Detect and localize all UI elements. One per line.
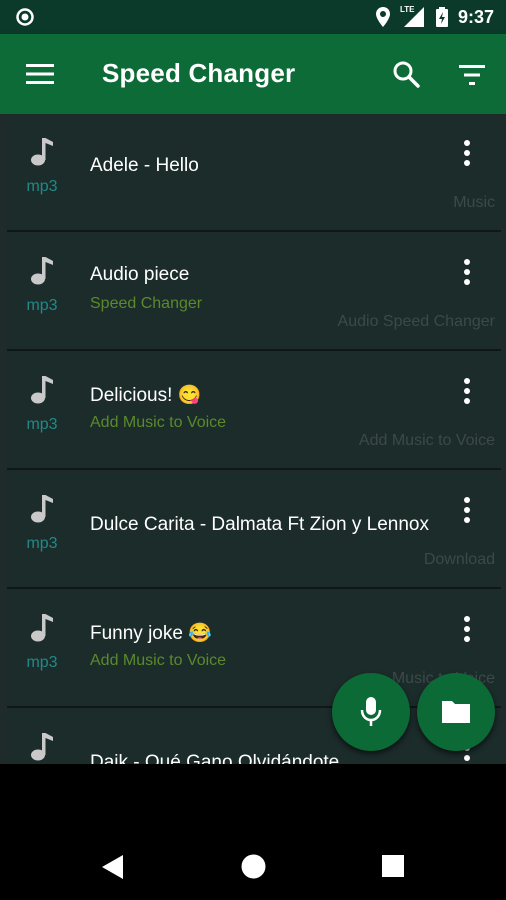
location-icon	[375, 7, 390, 27]
notification-circle-icon	[16, 8, 34, 26]
navigation-bar	[0, 764, 506, 900]
status-bar: LTE 9:37	[0, 0, 506, 34]
item-title: Daik - Qué Gano Olvidándote	[90, 752, 340, 764]
item-title: Delicious! 😋	[90, 385, 202, 406]
app-bar: Speed Changer	[0, 34, 506, 114]
item-source: Music	[453, 194, 495, 211]
file-extension: mp3	[26, 654, 58, 671]
list-item[interactable]: mp3 Adele - Hello Music	[7, 114, 501, 232]
search-icon[interactable]	[392, 60, 420, 88]
battery-icon	[435, 7, 448, 27]
music-note-icon	[31, 614, 53, 642]
more-vert-icon[interactable]	[463, 377, 471, 405]
music-note-icon	[31, 495, 53, 523]
item-title: Audio piece	[90, 264, 190, 285]
item-title: Dulce Carita - Dalmata Ft Zion y Lennox	[90, 514, 429, 535]
item-subtitle: Speed Changer	[90, 295, 203, 312]
network-label: LTE	[399, 5, 415, 14]
music-note-icon	[31, 257, 53, 285]
music-note-icon	[31, 733, 53, 761]
item-source: Add Music to Voice	[358, 432, 495, 449]
folder-icon	[442, 701, 470, 723]
more-vert-icon[interactable]	[463, 496, 471, 524]
more-vert-icon[interactable]	[463, 258, 471, 286]
file-extension: mp3	[26, 178, 58, 195]
list-item[interactable]: mp3 Audio piece Speed Changer Audio Spee…	[7, 233, 501, 351]
more-vert-icon[interactable]	[463, 615, 471, 643]
item-source: Audio Speed Changer	[337, 313, 495, 330]
menu-icon[interactable]	[26, 62, 54, 86]
item-subtitle: Add Music to Voice	[90, 652, 227, 669]
file-extension: mp3	[26, 297, 58, 314]
recents-icon[interactable]	[382, 855, 404, 877]
network-indicator: LTE	[399, 5, 426, 27]
item-subtitle: Add Music to Voice	[90, 414, 227, 431]
audio-list: mp3 Adele - Hello Music mp3 Audio piece …	[0, 114, 506, 764]
open-folder-button[interactable]	[417, 673, 495, 751]
item-title: Funny joke 😂	[90, 623, 212, 644]
item-source: Download	[423, 551, 495, 568]
home-icon[interactable]	[241, 854, 266, 879]
file-extension: mp3	[26, 416, 58, 433]
back-icon[interactable]	[101, 854, 125, 880]
music-note-icon	[31, 138, 53, 166]
status-time: 9:37	[457, 6, 494, 27]
music-note-icon	[31, 376, 53, 404]
microphone-icon	[360, 697, 382, 726]
item-title: Adele - Hello	[90, 155, 199, 176]
list-item[interactable]: mp3 Dulce Carita - Dalmata Ft Zion y Len…	[7, 471, 501, 589]
list-item[interactable]: mp3 Delicious! 😋 Add Music to Voice Add …	[7, 352, 501, 470]
more-vert-icon[interactable]	[463, 139, 471, 167]
record-button[interactable]	[332, 673, 410, 751]
app-title: Speed Changer	[102, 58, 296, 88]
filter-icon[interactable]	[458, 63, 486, 87]
file-extension: mp3	[26, 535, 58, 552]
